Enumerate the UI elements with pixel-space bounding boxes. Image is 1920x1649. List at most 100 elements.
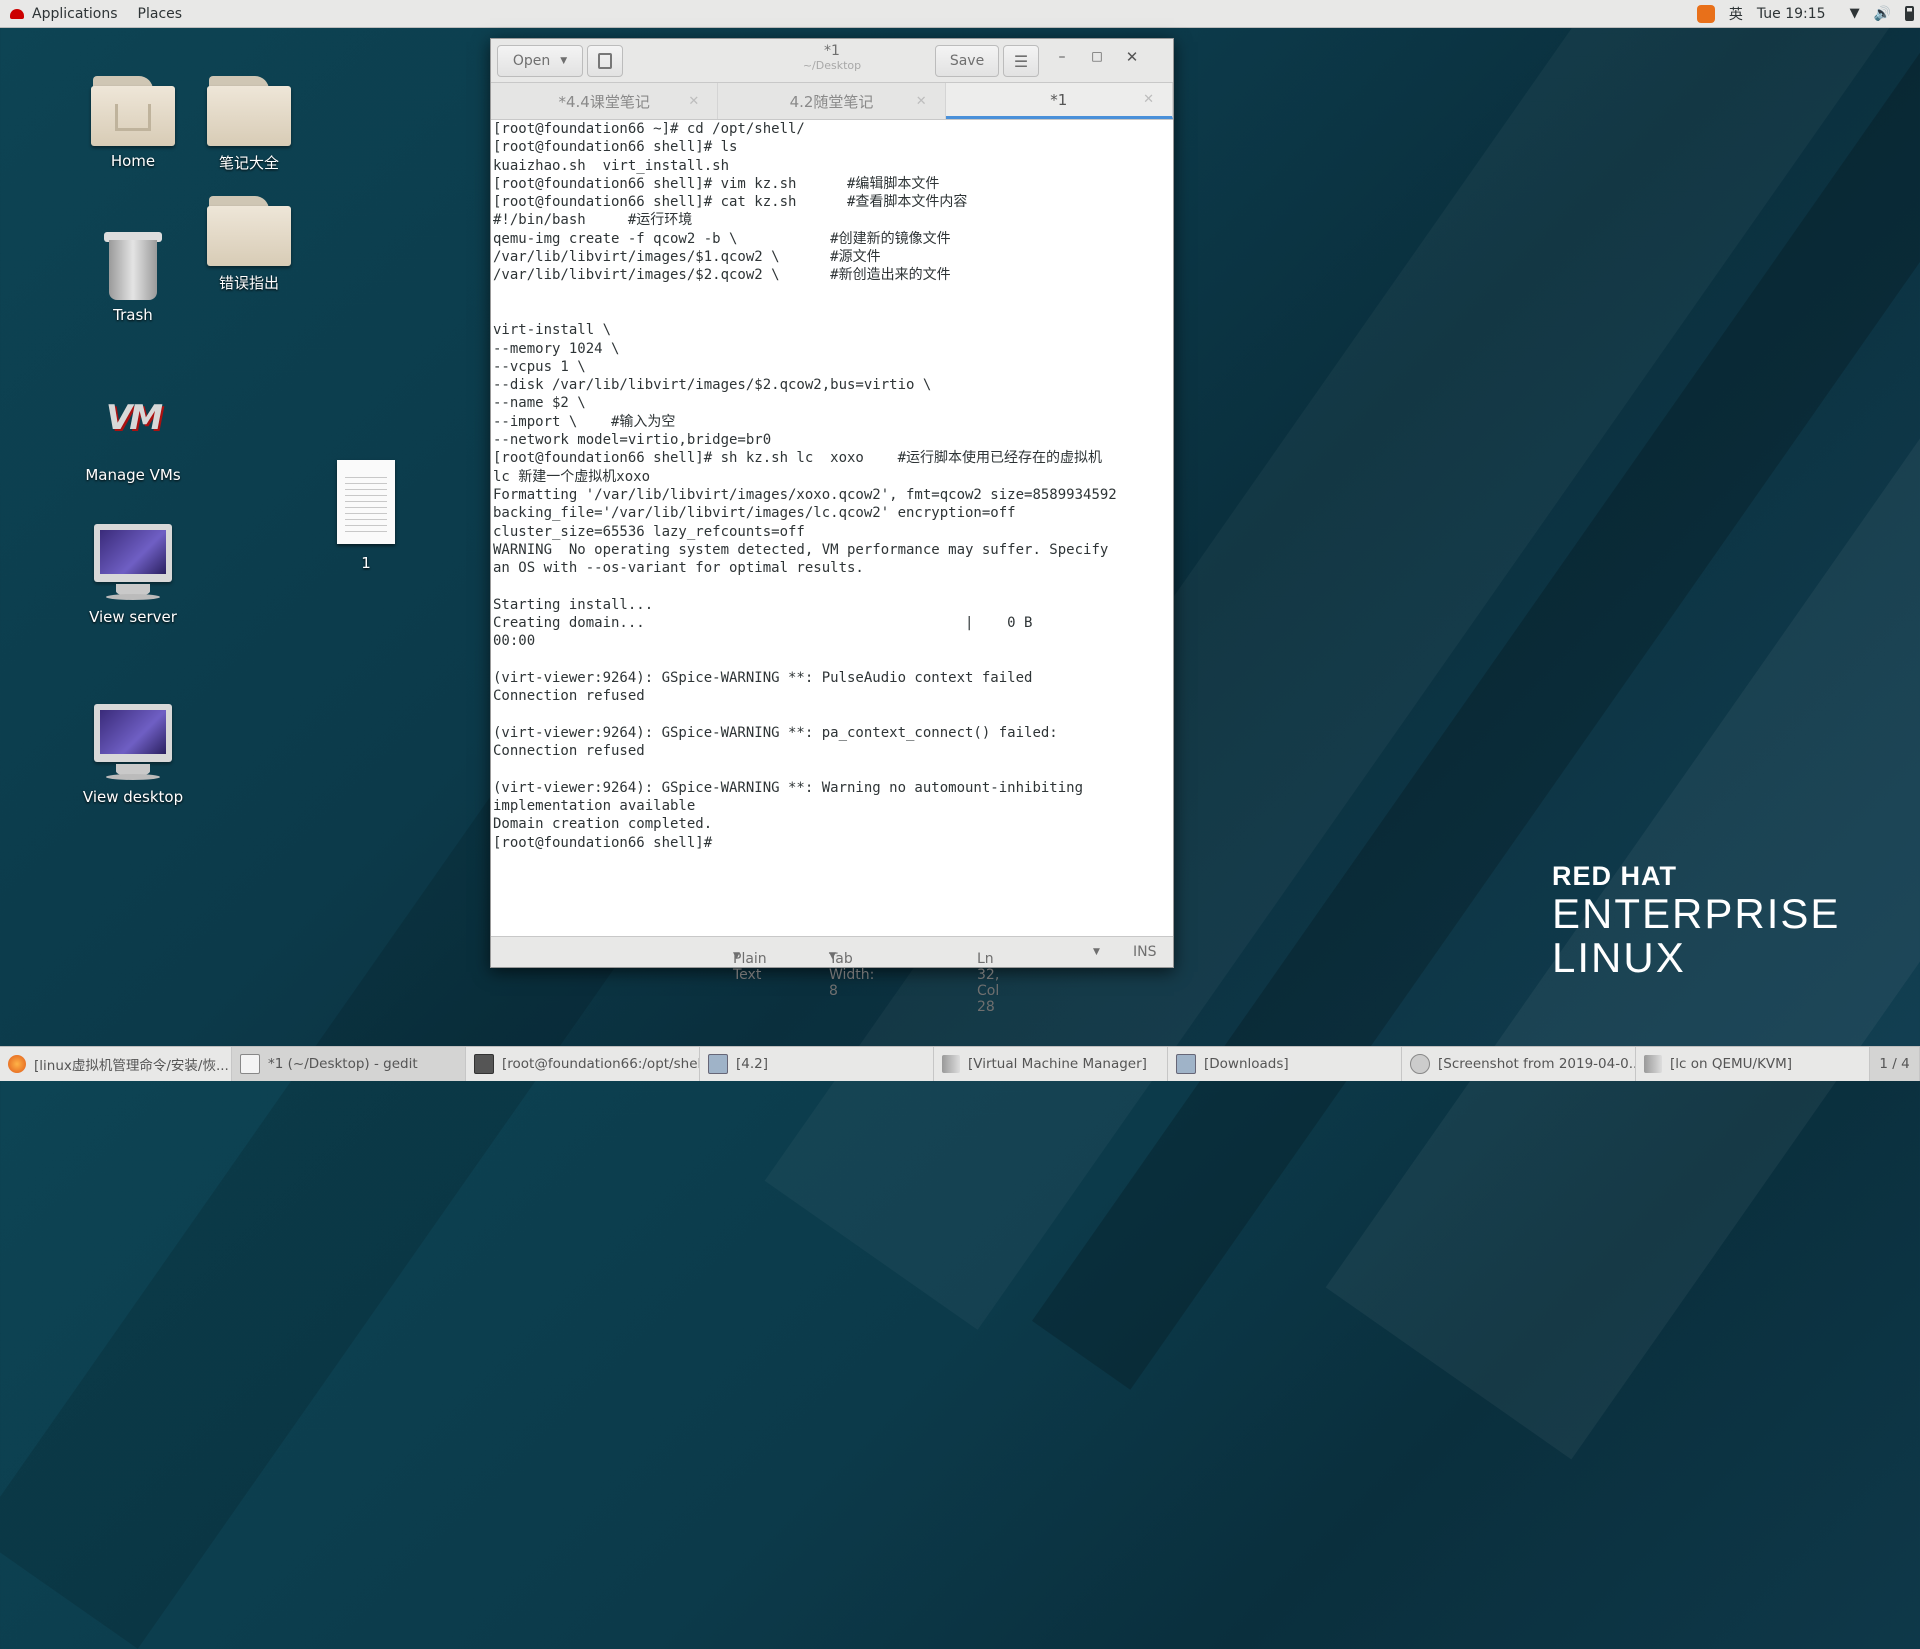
editor-line: --import \ #输入为空 bbox=[493, 413, 676, 430]
battery-icon[interactable] bbox=[1905, 6, 1914, 21]
editor-line: Connection refused bbox=[493, 743, 645, 760]
hamburger-menu-button[interactable]: ☰ bbox=[1003, 45, 1039, 77]
tab-42-notes[interactable]: 4.2随堂笔记 ✕ bbox=[718, 83, 946, 119]
text-editor[interactable]: [root@foundation66 ~]# cd /opt/shell/ [ro… bbox=[491, 120, 1173, 930]
tab-label: *4.4课堂笔记 bbox=[558, 92, 650, 111]
editor-line: qemu-img create -f qcow2 -b \ #创建新的镜像文件 bbox=[493, 230, 951, 247]
editor-line: 00:00 bbox=[493, 633, 536, 650]
tab-44-notes[interactable]: *4.4课堂笔记 ✕ bbox=[491, 83, 719, 119]
view-desktop-launcher[interactable]: View desktop bbox=[68, 704, 198, 806]
task-virt-manager[interactable]: [Virtual Machine Manager] bbox=[934, 1047, 1168, 1081]
virt-manager-icon: VM bbox=[68, 390, 198, 446]
editor-line: --disk /var/lib/libvirt/images/$2.qcow2,… bbox=[493, 377, 932, 394]
task-label: [root@foundation66:/opt/shell] bbox=[502, 1056, 700, 1072]
virt-manager-icon bbox=[1644, 1055, 1662, 1073]
task-label: [linux虚拟机管理命令/安装/恢... bbox=[34, 1058, 229, 1074]
redhat-enterprise-linux-logo: RED HAT ENTERPRISE LINUX bbox=[1552, 860, 1840, 980]
brand-line: LINUX bbox=[1552, 934, 1686, 981]
redhat-logo-icon bbox=[10, 8, 24, 19]
desktop-icon-label: Trash bbox=[113, 306, 153, 324]
view-server-launcher[interactable]: View server bbox=[68, 524, 198, 626]
task-downloads[interactable]: [Downloads] bbox=[1168, 1047, 1402, 1081]
folder-icon bbox=[207, 192, 291, 268]
input-method-indicator[interactable]: 英 bbox=[1729, 4, 1743, 24]
chevron-down-icon[interactable]: ▼ bbox=[1093, 947, 1100, 957]
desktop-icon-label: View server bbox=[89, 608, 177, 626]
document-icon bbox=[708, 1054, 728, 1074]
volume-icon[interactable]: 🔊 bbox=[1874, 6, 1891, 22]
desktop-icon-label: 错误指出 bbox=[218, 274, 279, 292]
notes-folder[interactable]: 笔记大全 bbox=[184, 72, 314, 173]
editor-line: [root@foundation66 shell]# bbox=[493, 834, 713, 851]
close-tab-icon[interactable]: ✕ bbox=[688, 94, 699, 109]
task-gedit[interactable]: *1 (~/Desktop) - gedit bbox=[232, 1047, 466, 1081]
firefox-icon bbox=[8, 1055, 26, 1073]
desktop-icon-label: Home bbox=[110, 152, 156, 170]
editor-line: --network model=virtio,bridge=br0 bbox=[493, 432, 772, 449]
task-label: [Downloads] bbox=[1204, 1056, 1289, 1072]
close-tab-icon[interactable]: ✕ bbox=[916, 94, 927, 109]
tab-bar: *4.4课堂笔记 ✕ 4.2随堂笔记 ✕ *1 ✕ bbox=[491, 83, 1173, 120]
gedit-icon bbox=[240, 1054, 260, 1074]
editor-line: kuaizhao.sh virt_install.sh bbox=[493, 157, 730, 174]
editor-line: lc 新建一个虚拟机xoxo bbox=[493, 468, 651, 485]
editor-line: #!/bin/bash #运行环境 bbox=[493, 212, 693, 229]
editor-line: --name $2 \ bbox=[493, 395, 586, 412]
tab-1[interactable]: *1 ✕ bbox=[945, 83, 1173, 119]
clock[interactable]: Tue 19:15 bbox=[1757, 6, 1826, 22]
folder-icon bbox=[1176, 1054, 1196, 1074]
notification-icon[interactable] bbox=[1696, 4, 1715, 23]
close-icon[interactable]: ✕ bbox=[1121, 48, 1143, 70]
minimize-icon[interactable]: – bbox=[1051, 49, 1073, 71]
home-folder[interactable]: Home bbox=[68, 72, 198, 170]
task-label: [Virtual Machine Manager] bbox=[968, 1056, 1147, 1072]
close-tab-icon[interactable]: ✕ bbox=[1143, 92, 1154, 107]
editor-line: Creating domain... | 0 B bbox=[493, 615, 1033, 632]
file-1[interactable]: 1 bbox=[301, 460, 431, 572]
gedit-window[interactable]: Open ▼ *1 ~/Desktop Save ☰ – □ ✕ *4.4课堂笔… bbox=[490, 38, 1174, 1015]
maximize-icon[interactable]: □ bbox=[1086, 49, 1108, 71]
home-folder-icon bbox=[91, 72, 175, 148]
wifi-icon[interactable]: ▼ bbox=[1850, 6, 1860, 21]
editor-line: /var/lib/libvirt/images/$2.qcow2 \ #新创造出… bbox=[493, 267, 951, 284]
menu-icon: ☰ bbox=[1013, 51, 1029, 71]
new-tab-button[interactable] bbox=[587, 45, 623, 77]
editor-line: virt-install \ bbox=[493, 322, 612, 339]
task-vm-lc[interactable]: [lc on QEMU/KVM] bbox=[1636, 1047, 1870, 1081]
editor-line: Starting install... bbox=[493, 596, 654, 613]
task-label: *1 (~/Desktop) - gedit bbox=[268, 1056, 418, 1072]
task-screenshot[interactable]: [Screenshot from 2019-04-0... bbox=[1402, 1047, 1636, 1081]
status-bar: Plain Text ▼ Tab Width: 8 ▼ Ln 32, Col 2… bbox=[491, 936, 1173, 1015]
editor-line: Formatting '/var/lib/libvirt/images/xoxo… bbox=[493, 486, 1117, 503]
task-terminal[interactable]: [root@foundation66:/opt/shell] bbox=[466, 1047, 700, 1081]
brand-line: ENTERPRISE bbox=[1552, 890, 1841, 937]
tab-label: 4.2随堂笔记 bbox=[789, 92, 874, 111]
places-menu[interactable]: Places bbox=[128, 0, 193, 27]
task-label: [4.2] bbox=[736, 1056, 769, 1072]
vm-logo-text: VM bbox=[105, 398, 163, 438]
insert-mode: INS bbox=[1133, 944, 1157, 960]
task-firefox[interactable]: [linux虚拟机管理命令/安装/恢... bbox=[0, 1047, 232, 1081]
applications-menu[interactable]: Applications bbox=[0, 0, 128, 27]
errors-folder[interactable]: 错误指出 bbox=[184, 192, 314, 293]
terminal-icon bbox=[474, 1054, 494, 1074]
cursor-position-label: Ln 32, Col 28 bbox=[977, 951, 1000, 1015]
task-label: [Screenshot from 2019-04-0... bbox=[1438, 1056, 1636, 1072]
chevron-down-icon: ▼ bbox=[560, 56, 568, 66]
editor-line: an OS with --os-variant for optimal resu… bbox=[493, 560, 864, 577]
open-button[interactable]: Open ▼ bbox=[497, 45, 583, 77]
editor-line: [root@foundation66 shell]# ls bbox=[493, 139, 738, 156]
task-42[interactable]: [4.2] bbox=[700, 1047, 934, 1081]
trash[interactable]: Trash bbox=[68, 226, 198, 324]
editor-line: [root@foundation66 ~]# cd /opt/shell/ bbox=[493, 121, 805, 137]
workspace-switcher[interactable]: 1 / 4 bbox=[1870, 1047, 1920, 1081]
editor-line: --memory 1024 \ bbox=[493, 340, 620, 357]
editor-line: [root@foundation66 shell]# sh kz.sh lc x… bbox=[493, 450, 1103, 467]
monitor-icon bbox=[92, 704, 174, 784]
manage-vms-launcher[interactable]: VM Manage VMs bbox=[68, 390, 198, 484]
save-button[interactable]: Save bbox=[935, 45, 999, 77]
